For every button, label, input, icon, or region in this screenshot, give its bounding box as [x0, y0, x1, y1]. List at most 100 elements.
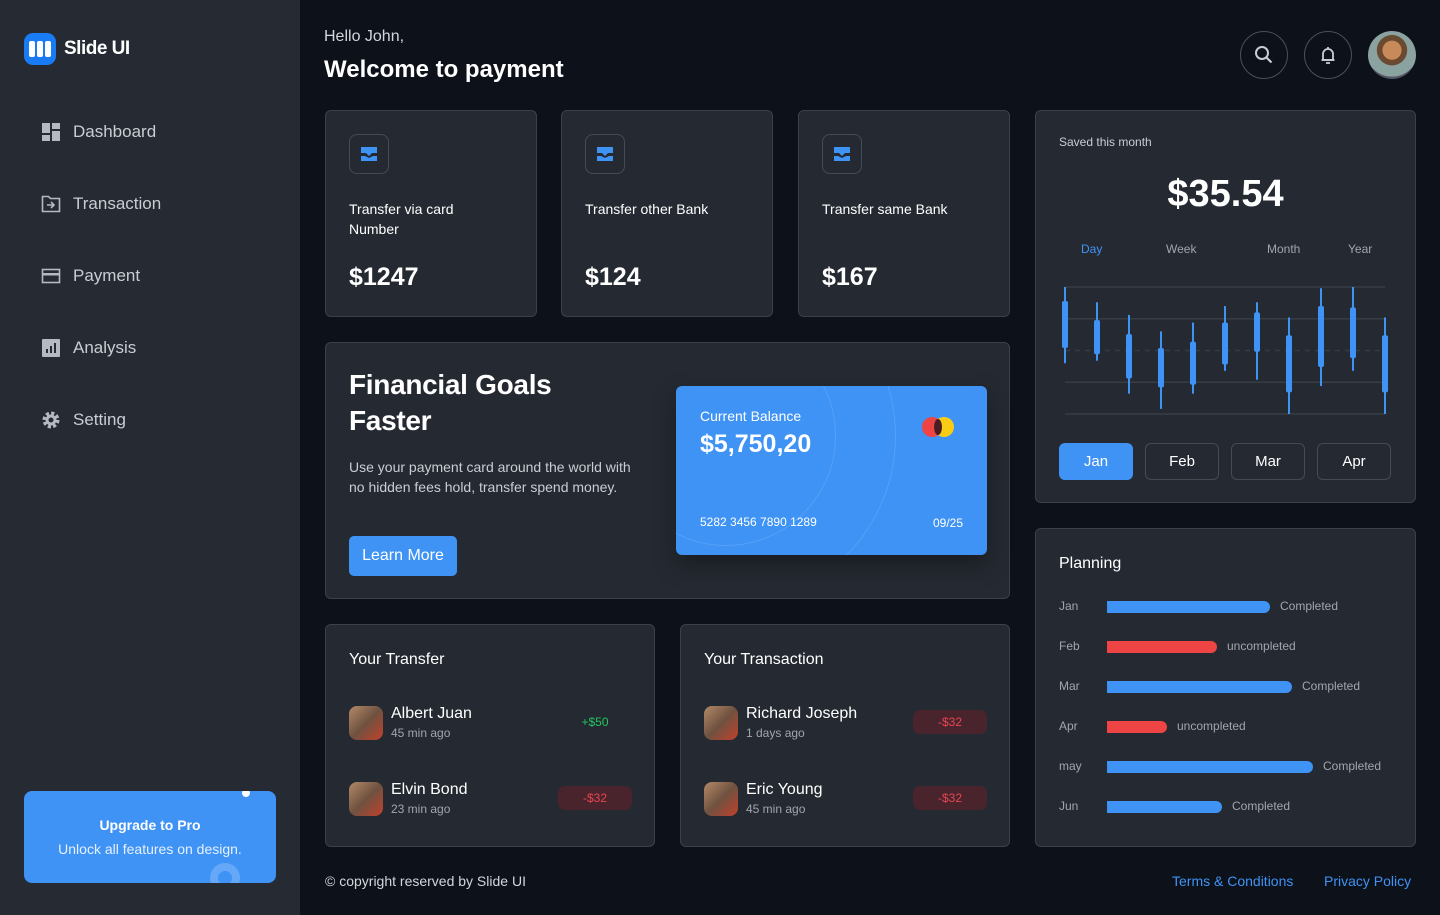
transfer-card-amount: $167 [822, 263, 878, 291]
dashboard-icon [42, 123, 60, 141]
avatar [704, 706, 738, 740]
list-item[interactable]: Albert Juan 45 min ago +$50 [349, 704, 632, 744]
card-expiry: 09/25 [932, 516, 963, 530]
sidebar-item-dashboard[interactable]: Dashboard [41, 122, 156, 142]
sidebar-item-label: Dashboard [73, 122, 157, 141]
planning-status: Completed [1302, 679, 1361, 693]
transfer-card-amount: $124 [585, 263, 641, 291]
your-transfer-title: Your Transfer [349, 651, 445, 668]
upgrade-subtitle: Unlock all features on design. [58, 841, 242, 857]
planning-row: may Completed [1059, 759, 1399, 775]
contact-name: Eric Young [746, 781, 823, 798]
your-transaction-title: Your Transaction [704, 651, 824, 668]
planning-row: Jun Completed [1059, 799, 1399, 815]
planning-progress-bar [1107, 641, 1217, 653]
candle-body [1094, 320, 1100, 355]
search-icon [1255, 46, 1273, 64]
transfer-card-same-bank[interactable]: Transfer same Bank $167 [798, 110, 1010, 317]
candlestick-chart [1062, 286, 1388, 415]
planning-month: Jun [1059, 799, 1079, 813]
planning-month: Jan [1059, 599, 1079, 613]
logo[interactable]: Slide UI [24, 33, 130, 65]
inbox-icon [822, 134, 862, 174]
gear-icon [42, 411, 60, 429]
amount-badge: +$50 [581, 715, 609, 729]
transfer-card-card-number[interactable]: Transfer via card Number $1247 [325, 110, 537, 317]
amount-badge: -$32 [558, 786, 632, 810]
candle [1062, 287, 1068, 364]
balance-label: Current Balance [700, 408, 802, 424]
sidebar-item-setting[interactable]: Setting [41, 410, 126, 430]
planning-row: Apr uncompleted [1059, 719, 1399, 735]
saved-amount: $35.54 [1167, 173, 1284, 215]
period-tab-day[interactable]: Day [1081, 242, 1102, 256]
brand-name: Slide UI [64, 38, 130, 59]
sidebar-item-label: Transaction [73, 194, 162, 213]
sidebar-item-analysis[interactable]: Analysis [41, 338, 136, 358]
page-title: Welcome to payment [324, 56, 564, 83]
upgrade-banner[interactable]: Upgrade to Pro Unlock all features on de… [24, 791, 276, 883]
transfer-card-label: Transfer other Bank [585, 201, 709, 217]
period-tab-week[interactable]: Week [1166, 242, 1196, 256]
list-item[interactable]: Elvin Bond 23 min ago -$32 [349, 780, 632, 820]
contact-time: 45 min ago [746, 802, 806, 816]
balance-amount: $5,750,20 [700, 430, 812, 458]
learn-more-button[interactable]: Learn More [349, 536, 457, 576]
planning-status: Completed [1232, 799, 1291, 813]
search-button[interactable] [1240, 31, 1288, 79]
mastercard-icon [922, 417, 954, 437]
avatar [704, 782, 738, 816]
inbox-icon [349, 134, 389, 174]
month-button-feb[interactable]: Feb [1145, 443, 1219, 480]
candle-body [1158, 347, 1164, 388]
sidebar-item-payment[interactable]: Payment [41, 266, 140, 286]
amount-badge: -$32 [913, 786, 987, 810]
sidebar-item-transaction[interactable]: Transaction [41, 194, 161, 214]
period-tab-month[interactable]: Month [1267, 242, 1300, 256]
sidebar-item-label: Analysis [73, 338, 137, 357]
goals-description: Use your payment card around the world w… [349, 459, 631, 495]
transfer-card-label: Transfer via card Number [349, 201, 454, 237]
period-tab-year[interactable]: Year [1348, 242, 1372, 256]
privacy-link[interactable]: Privacy Policy [1324, 873, 1411, 889]
saved-panel: Saved this month $35.54 Day Week Month Y… [1035, 110, 1416, 503]
card-number: 5282 3456 7890 1289 [700, 515, 817, 529]
planning-panel: Planning Jan Completed Feb uncompleted Mar… [1035, 528, 1416, 847]
candle-body [1222, 322, 1228, 365]
planning-status: uncompleted [1177, 719, 1246, 733]
bank-card[interactable]: Current Balance $5,750,20 5282 3456 7890… [676, 386, 987, 555]
list-item[interactable]: Eric Young 45 min ago -$32 [704, 780, 987, 820]
user-avatar[interactable] [1368, 31, 1416, 79]
bell-icon [1321, 47, 1335, 64]
month-button-jan[interactable]: Jan [1059, 443, 1133, 480]
planning-progress-bar [1107, 721, 1167, 733]
your-transfer-panel: Your Transfer Albert Juan 45 min ago +$5… [325, 624, 655, 847]
sidebar-item-label: Payment [73, 266, 141, 285]
candle [1222, 306, 1228, 371]
candle-body [1382, 335, 1388, 393]
candle-body [1286, 335, 1292, 393]
planning-status: Completed [1323, 759, 1382, 773]
folder-arrow-icon [41, 195, 61, 213]
transfer-card-other-bank[interactable]: Transfer other Bank $124 [561, 110, 773, 317]
sidebar: Slide UI Dashboard Transaction Payment A… [0, 0, 300, 915]
contact-name: Elvin Bond [391, 781, 468, 798]
contact-time: 45 min ago [391, 726, 451, 740]
contact-name: Richard Joseph [746, 705, 858, 722]
notification-button[interactable] [1304, 31, 1352, 79]
contact-time: 23 min ago [391, 802, 451, 816]
candle [1094, 302, 1100, 361]
candle-body [1126, 333, 1132, 379]
financial-goals-panel: Financial Goals Faster Use your payment … [325, 342, 1010, 599]
terms-link[interactable]: Terms & Conditions [1172, 873, 1293, 889]
list-item[interactable]: Richard Joseph 1 days ago -$32 [704, 704, 987, 744]
avatar [349, 706, 383, 740]
planning-month: may [1059, 759, 1082, 773]
planning-month: Mar [1059, 679, 1080, 693]
logo-icon [24, 33, 56, 65]
month-button-apr[interactable]: Apr [1317, 443, 1391, 480]
candle [1318, 288, 1324, 387]
planning-progress-bar [1107, 681, 1292, 693]
candle [1350, 287, 1356, 371]
month-button-mar[interactable]: Mar [1231, 443, 1305, 480]
